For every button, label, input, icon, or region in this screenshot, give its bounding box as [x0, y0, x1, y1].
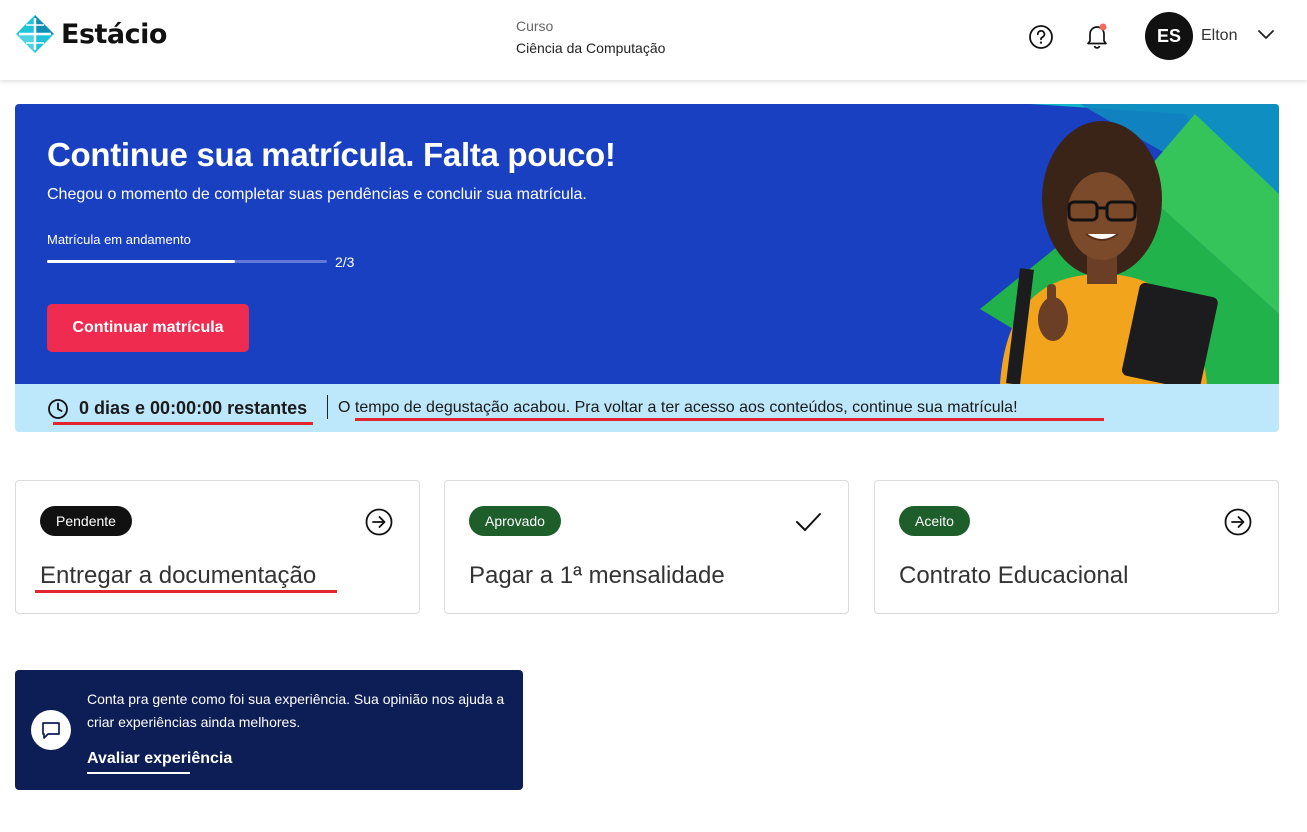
progress-bar-fill: [47, 260, 235, 263]
arrow-right-circle-icon[interactable]: [1224, 508, 1252, 536]
avatar[interactable]: ES: [1145, 12, 1193, 60]
timer-divider: [327, 395, 328, 419]
estacio-logo-icon: [16, 15, 54, 53]
brand-name: Estácio: [61, 18, 167, 50]
help-circle-icon[interactable]: [1028, 24, 1054, 50]
feedback-panel: Conta pra gente como foi sua experiência…: [15, 670, 523, 790]
task-card-payment[interactable]: Aprovado Pagar a 1ª mensalidade: [444, 480, 849, 614]
banner-title: Continue sua matrícula. Falta pouco!: [47, 136, 616, 173]
course-name: Ciência da Computação: [516, 40, 666, 56]
highlight-underline: [355, 418, 1104, 421]
banner-subtitle: Chegou o momento de completar suas pendê…: [47, 186, 587, 203]
highlight-underline: [53, 422, 313, 425]
status-badge: Aprovado: [469, 506, 561, 536]
course-info: Curso Ciência da Computação: [516, 18, 665, 56]
course-label: Curso: [516, 18, 554, 34]
clock-icon: [48, 399, 68, 419]
progress-bar: [47, 260, 327, 263]
arrow-right-circle-icon[interactable]: [365, 508, 393, 536]
task-title: Pagar a 1ª mensalidade: [469, 562, 725, 589]
enrollment-banner: Continue sua matrícula. Falta pouco! Che…: [15, 104, 1279, 384]
rate-experience-link[interactable]: Avaliar experiência: [87, 750, 232, 768]
user-name[interactable]: Elton: [1201, 27, 1237, 45]
task-title: Contrato Educacional: [899, 562, 1129, 589]
task-card-documentation[interactable]: Pendente Entregar a documentação: [15, 480, 420, 614]
chat-icon: [42, 722, 60, 739]
bell-icon[interactable]: [1084, 22, 1110, 50]
link-underline: [87, 772, 190, 774]
highlight-underline: [35, 590, 337, 593]
time-remaining: 0 dias e 00:00:00 restantes: [79, 398, 308, 418]
status-badge: Aceito: [899, 506, 970, 536]
task-title: Entregar a documentação: [40, 562, 317, 589]
status-badge: Pendente: [40, 506, 132, 536]
continue-enrollment-button[interactable]: Continuar matrícula: [47, 304, 249, 352]
progress-label: Matrícula em andamento: [47, 232, 191, 247]
task-card-contract[interactable]: Aceito Contrato Educacional: [874, 480, 1279, 614]
chat-icon-container: [31, 710, 71, 750]
feedback-text: Conta pra gente como foi sua experiência…: [87, 691, 505, 730]
progress-count: 2/3: [335, 254, 355, 270]
check-icon: [796, 513, 821, 531]
trial-ended-message: O tempo de degustação acabou. Pra voltar…: [338, 399, 1018, 416]
top-header: Estácio Curso Ciência da Computação ES E…: [0, 0, 1307, 80]
student-illustration: [980, 104, 1279, 384]
brand-logo[interactable]: Estácio: [15, 14, 167, 54]
trial-timer-bar: 0 dias e 00:00:00 restantes O tempo de d…: [15, 384, 1279, 432]
chevron-down-icon[interactable]: [1257, 28, 1275, 42]
